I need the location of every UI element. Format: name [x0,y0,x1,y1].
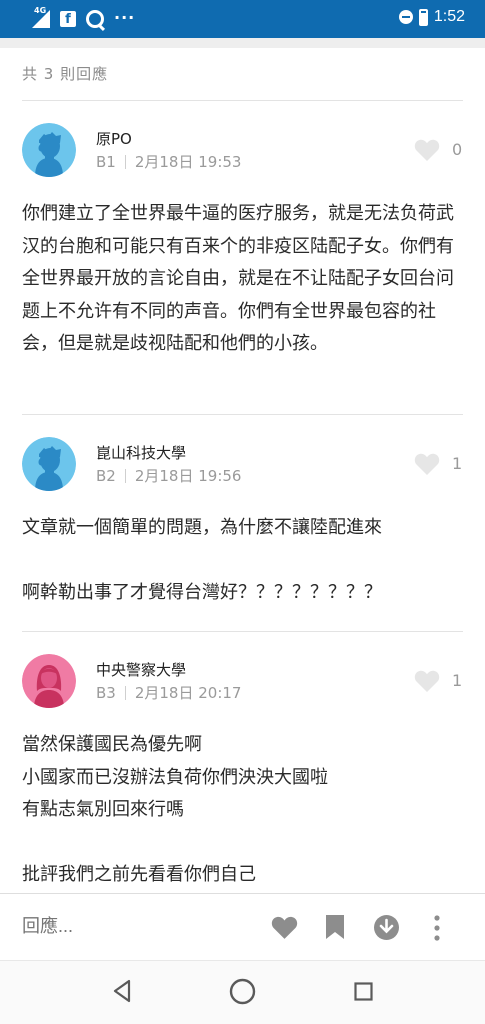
q-app-icon [86,10,104,28]
like-heart-icon[interactable] [414,669,440,693]
more-options-icon[interactable] [433,915,441,941]
author-name[interactable]: 原PO [96,128,132,149]
like-count: 1 [452,454,463,473]
signal-icon: 4G [28,6,50,30]
divider [22,414,463,415]
like-count: 1 [452,671,463,690]
reply-text: 當然保護國民為優先啊 小國家而已沒辦法負荷你們泱泱大國啦 有點志氣別回來行嗎 批… [22,734,328,885]
male-avatar-icon[interactable] [22,437,76,491]
reply-bar [0,893,485,960]
reply-input[interactable] [22,916,242,937]
divider [22,100,463,101]
floor-number: B3 [96,684,116,702]
male-avatar-icon[interactable] [22,123,76,177]
recent-apps-icon[interactable] [354,982,373,1005]
female-avatar-icon[interactable] [22,654,76,708]
reply-text: 文章就一個簡單的問題，為什麼不讓陸配進來 啊幹勒出事了才覺得台灣好？？？？？？？… [22,517,382,603]
back-icon[interactable] [112,979,132,1007]
like-count: 0 [452,140,463,159]
reply-date: 2月18日 19:53 [134,153,242,171]
navigation-bar [0,960,485,1024]
header-shadow [0,38,485,48]
do-not-disturb-icon [398,10,413,24]
status-bar: 4G f ··· 1:52 [0,0,485,38]
reply-meta: B2 2月18日 19:56 [96,465,241,486]
reply-date: 2月18日 19:56 [134,467,242,485]
like-heart-icon[interactable] [414,452,440,476]
home-icon[interactable] [229,978,256,1009]
floor-number: B1 [96,153,116,171]
reply-meta: B3 2月18日 20:17 [96,682,241,703]
status-time: 1:52 [433,8,465,25]
like-heart-icon[interactable] [271,915,298,940]
author-name[interactable]: 中央警察大學 [96,659,186,680]
more-notifications-icon: ··· [114,7,136,27]
battery-icon [418,8,428,26]
reply-meta: B1 2月18日 19:53 [96,151,241,172]
download-icon[interactable] [374,915,399,940]
facebook-icon: f [60,11,76,27]
reply-count: 共 3 則回應 [22,65,109,83]
divider [22,631,463,632]
reply-date: 2月18日 20:17 [134,684,242,702]
reply-text: 你們建立了全世界最牛逼的医疗服务，就是无法负荷武汉的台胞和可能只有百来个的非疫区… [22,203,454,354]
author-name[interactable]: 崑山科技大學 [96,442,186,463]
like-heart-icon[interactable] [414,138,440,162]
bookmark-icon[interactable] [326,915,344,939]
floor-number: B2 [96,467,116,485]
